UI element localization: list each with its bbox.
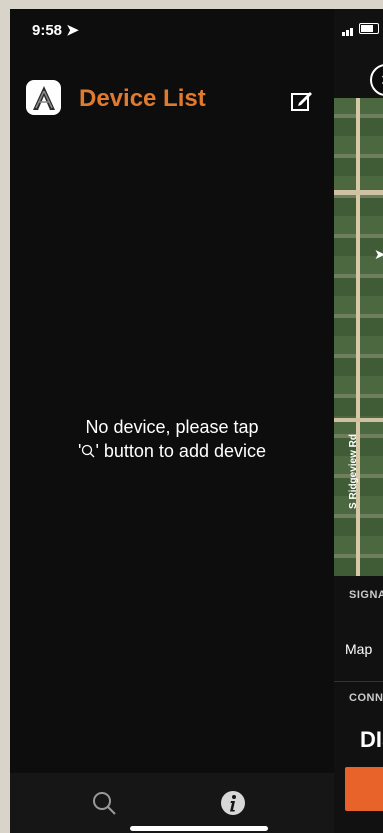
page-title: Device List (79, 85, 206, 112)
empty-state-line1: No device, please tap (85, 417, 259, 437)
status-icons (342, 21, 379, 36)
search-button[interactable] (90, 789, 118, 817)
status-time: 9:58 ➤ (32, 22, 79, 39)
close-icon[interactable]: × (370, 64, 383, 96)
battery-icon (359, 23, 379, 34)
home-indicator (130, 826, 268, 831)
info-button[interactable] (219, 789, 247, 817)
device-list-drawer: 9:58 ➤ Device List No device, please tap… (10, 9, 334, 833)
edit-icon[interactable] (290, 89, 314, 113)
signal-label: SIGNA (349, 589, 383, 601)
divider (334, 681, 383, 682)
map-road (334, 190, 383, 195)
maps-brand: Map (345, 641, 373, 657)
map-view[interactable]: ➤ S Ridgeview Rd Map (334, 98, 383, 657)
search-icon (82, 444, 95, 458)
map-road (334, 418, 383, 422)
location-arrow-icon[interactable]: ➤ (374, 246, 383, 263)
connection-label: CONN (349, 692, 383, 704)
map-detail-panel: ➤ S Ridgeview Rd Map × SIGNA CONN DIS (334, 9, 383, 833)
connection-status: DIS (360, 727, 383, 752)
bottom-tab-bar (10, 773, 334, 833)
connect-button[interactable] (345, 767, 383, 811)
empty-state-message: No device, please tap ' ' button to add d… (10, 415, 334, 463)
road-label: S Ridgeview Rd (348, 433, 360, 510)
phone-screen: 9:58 ➤ Device List No device, please tap… (10, 9, 383, 833)
empty-state-line2: ' ' button to add device (78, 441, 266, 461)
app-logo (26, 80, 61, 115)
